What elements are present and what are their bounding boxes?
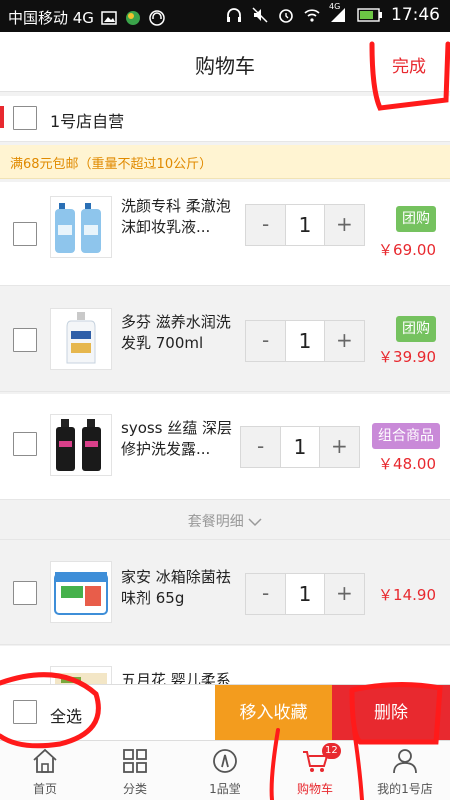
item-checkbox[interactable] xyxy=(13,222,37,246)
tab-bar: 首页 分类 1品堂 12 购物车 我的1号店 xyxy=(0,740,450,800)
move-to-favorites-button[interactable]: 移入收藏 xyxy=(215,685,332,741)
tab-1pintang[interactable]: 1品堂 xyxy=(180,741,270,800)
store-flag xyxy=(0,106,4,128)
status-bar: 中国移动 4G 4G 17:46 xyxy=(0,0,450,32)
shipping-notice-text: 满68元包邮（重量不超过10公斤） xyxy=(10,157,213,172)
quantity-value[interactable]: 1 xyxy=(285,321,325,361)
tab-category[interactable]: 分类 xyxy=(90,741,180,800)
item-checkbox[interactable] xyxy=(13,432,37,456)
home-icon xyxy=(33,748,57,773)
battery-icon xyxy=(357,8,382,22)
increase-button[interactable]: + xyxy=(324,574,365,614)
increase-button[interactable]: + xyxy=(319,427,360,467)
tab-label: 购物车 xyxy=(296,782,333,796)
cart-item: 多芬 滋养水润洗发乳 700ml - 1 + 团购 ￥39.90 xyxy=(0,288,450,392)
tab-label: 首页 xyxy=(32,782,57,796)
clock: 17:46 xyxy=(391,5,440,25)
wifi-icon xyxy=(304,9,320,22)
shopping-cart-screen: 中国移动 4G 4G 17:46 购物车 完成 1号店自营 满68元包邮（重量不… xyxy=(0,0,450,800)
tab-label: 分类 xyxy=(122,782,147,796)
combo-details-label: 套餐明细 xyxy=(187,514,244,530)
store-checkbox[interactable] xyxy=(13,106,37,130)
tab-label: 我的1号店 xyxy=(377,782,433,796)
cart-action-bar: 全选 移入收藏 删除 xyxy=(0,684,450,741)
page-header: 购物车 完成 xyxy=(0,32,450,92)
item-name[interactable]: 家安 冰箱除菌祛味剂 65g xyxy=(121,567,239,609)
page-title: 购物车 xyxy=(195,54,255,78)
item-checkbox[interactable] xyxy=(13,328,37,352)
quantity-stepper: - 1 + xyxy=(245,573,365,615)
increase-button[interactable]: + xyxy=(324,321,365,361)
quantity-stepper: - 1 + xyxy=(240,426,360,468)
tab-cart[interactable]: 12 购物车 xyxy=(270,741,360,800)
quantity-value[interactable]: 1 xyxy=(285,205,325,245)
tab-label: 1品堂 xyxy=(209,782,241,796)
combo-badge: 组合商品 xyxy=(372,423,440,449)
promo-badge: 团购 xyxy=(396,206,436,232)
ball-icon xyxy=(125,10,140,25)
product-image[interactable] xyxy=(50,196,112,258)
alarm-icon xyxy=(279,9,293,23)
cart-count-badge: 12 xyxy=(322,743,341,759)
item-name[interactable]: 多芬 滋养水润洗发乳 700ml xyxy=(121,312,239,354)
quantity-value[interactable]: 1 xyxy=(280,427,320,467)
mute-icon xyxy=(252,7,268,23)
image-icon xyxy=(101,10,117,25)
decrease-button[interactable]: - xyxy=(246,321,286,361)
user-icon xyxy=(393,749,417,774)
item-name[interactable]: syoss 丝蕴 深层修护洗发露... xyxy=(121,418,239,460)
combo-details-toggle[interactable]: 套餐明细 xyxy=(0,500,450,540)
category-icon xyxy=(123,749,147,773)
shampoo-bottle-image xyxy=(66,312,96,364)
done-button[interactable]: 完成 xyxy=(392,52,426,77)
item-price: ￥14.90 xyxy=(378,586,436,604)
decrease-button[interactable]: - xyxy=(241,427,281,467)
cart-item: 家安 冰箱除菌祛味剂 65g - 1 + ￥14.90 xyxy=(0,541,450,645)
product-image[interactable] xyxy=(50,308,112,370)
cart-item: 洗颜专科 柔澈泡沫卸妆乳液... - 1 + 团购 ￥69.00 xyxy=(0,182,450,286)
store-name: 1号店自营 xyxy=(50,112,125,131)
item-price: ￥39.90 xyxy=(378,348,436,366)
select-all-label[interactable]: 全选 xyxy=(50,703,82,727)
tab-home[interactable]: 首页 xyxy=(0,741,90,800)
fridge-deodorant-image xyxy=(54,572,108,615)
decrease-button[interactable]: - xyxy=(246,205,286,245)
item-price: ￥69.00 xyxy=(378,241,436,259)
item-checkbox[interactable] xyxy=(13,581,37,605)
item-name[interactable]: 洗颜专科 柔澈泡沫卸妆乳液... xyxy=(121,196,239,238)
face-wash-bottles-image xyxy=(55,203,101,253)
quantity-stepper: - 1 + xyxy=(245,320,365,362)
product-image[interactable] xyxy=(50,414,112,476)
select-all-checkbox[interactable] xyxy=(13,700,37,724)
item-price: ￥48.00 xyxy=(378,455,436,473)
carrier-label: 中国移动 4G xyxy=(8,9,94,27)
cart-item: 五月花 婴儿柔系 xyxy=(0,646,450,696)
increase-button[interactable]: + xyxy=(324,205,365,245)
store-row: 1号店自营 xyxy=(0,96,450,142)
quantity-stepper: - 1 + xyxy=(245,204,365,246)
cart-item: syoss 丝蕴 深层修护洗发露... - 1 + 组合商品 ￥48.00 xyxy=(0,394,450,500)
product-image[interactable] xyxy=(50,561,112,623)
headset-icon xyxy=(149,9,165,26)
shipping-notice: 满68元包邮（重量不超过10公斤） xyxy=(0,145,450,179)
quantity-value[interactable]: 1 xyxy=(285,574,325,614)
decrease-button[interactable]: - xyxy=(246,574,286,614)
black-bottles-image xyxy=(56,419,101,471)
headphones-icon xyxy=(227,8,241,22)
compass-icon xyxy=(213,749,237,773)
signal-icon xyxy=(331,8,345,22)
tab-my-account[interactable]: 我的1号店 xyxy=(360,741,450,800)
chevron-down-icon xyxy=(248,518,262,527)
promo-badge: 团购 xyxy=(396,316,436,342)
delete-button[interactable]: 删除 xyxy=(332,685,450,741)
